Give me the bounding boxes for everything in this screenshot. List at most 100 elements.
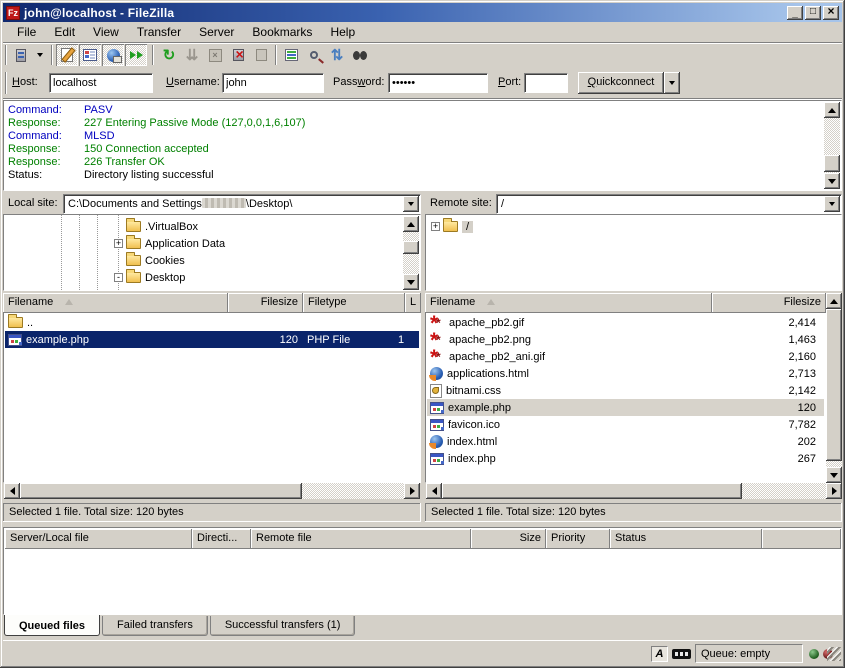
expand-icon[interactable]: + <box>114 239 123 248</box>
file-row[interactable]: index.html202 <box>427 433 824 450</box>
open-folder-icon <box>443 221 458 232</box>
chevron-down-icon <box>829 202 835 206</box>
column-filesize[interactable]: Filesize <box>228 293 303 313</box>
file-row[interactable]: apache_pb2.gif2,414 <box>427 314 824 331</box>
scrollbar-thumb[interactable] <box>442 483 742 499</box>
cancel-button[interactable]: × <box>204 44 226 66</box>
menu-view[interactable]: View <box>84 23 128 41</box>
maximize-button[interactable]: □ <box>805 6 821 20</box>
refresh-button[interactable]: ↻ <box>158 44 180 66</box>
column-filename[interactable]: Filename <box>3 293 228 313</box>
tree-item-cookies[interactable]: Cookies <box>126 252 185 269</box>
toggle-queue-button[interactable] <box>125 44 147 66</box>
ico-file-icon <box>430 419 444 431</box>
log-scrollbar[interactable] <box>824 102 840 189</box>
column-filename[interactable]: Filename <box>425 293 712 313</box>
menu-file[interactable]: File <box>8 23 45 41</box>
arrow-down-icon <box>828 179 836 184</box>
scrollbar-thumb[interactable] <box>20 483 302 499</box>
tab-successful-transfers[interactable]: Successful transfers (1) <box>210 616 356 636</box>
log-line: Command:PASV <box>8 104 113 117</box>
scroll-left-button[interactable] <box>426 483 442 499</box>
file-row[interactable]: favicon.ico7,782 <box>427 416 824 433</box>
directory-compare-button[interactable] <box>303 44 325 66</box>
file-row[interactable]: apache_pb2.png1,463 <box>427 331 824 348</box>
scroll-up-button[interactable] <box>826 293 842 309</box>
quickconnect-button[interactable]: Quickconnect <box>578 72 664 94</box>
collapse-icon[interactable]: - <box>114 273 123 282</box>
toggle-local-tree-button[interactable] <box>79 44 101 66</box>
menu-edit[interactable]: Edit <box>45 23 84 41</box>
scroll-up-button[interactable] <box>824 102 840 118</box>
port-input[interactable] <box>524 73 568 93</box>
username-input[interactable] <box>222 73 324 93</box>
column-status[interactable]: Status <box>610 529 762 549</box>
tree-item-desktop[interactable]: -Desktop <box>114 269 185 286</box>
tree-item-application-data[interactable]: +Application Data <box>114 235 225 252</box>
scrollbar-thumb[interactable] <box>403 241 419 254</box>
menu-transfer[interactable]: Transfer <box>128 23 190 41</box>
toggle-remote-tree-button[interactable] <box>102 44 124 66</box>
quickconnect-dropdown-button[interactable] <box>664 72 680 94</box>
local-site-combobox[interactable]: C:\Documents and Settings\Desktop\ <box>63 194 421 214</box>
remote-vscrollbar[interactable] <box>826 293 842 483</box>
host-input[interactable] <box>49 73 153 93</box>
site-manager-dropdown-button[interactable] <box>33 44 46 66</box>
scroll-down-button[interactable] <box>403 274 419 290</box>
scroll-down-button[interactable] <box>824 173 840 189</box>
toggle-message-log-button[interactable] <box>56 44 78 66</box>
column-filetype[interactable]: Filetype <box>303 293 405 313</box>
reconnect-button[interactable] <box>250 44 272 66</box>
remote-site-combobox[interactable]: / <box>496 194 842 214</box>
tab-failed-transfers[interactable]: Failed transfers <box>102 616 208 636</box>
file-row-parent-dir[interactable]: .. <box>5 314 419 331</box>
menu-help[interactable]: Help <box>321 23 364 41</box>
column-remote-file[interactable]: Remote file <box>251 529 471 549</box>
scrollbar-thumb[interactable] <box>824 155 840 172</box>
local-tree-scrollbar[interactable] <box>403 216 419 290</box>
magnifier-icon <box>310 51 318 59</box>
file-row-example-php[interactable]: example.php120 <box>427 399 824 416</box>
file-row-example-php[interactable]: example.php 120 PHP File 1 <box>5 331 419 348</box>
tab-queued-files[interactable]: Queued files <box>4 615 100 636</box>
column-direction[interactable]: Directi... <box>192 529 251 549</box>
file-row[interactable]: applications.html2,713 <box>427 365 824 382</box>
local-site-dropdown-button[interactable] <box>403 196 419 212</box>
directory-filter-button[interactable] <box>280 44 302 66</box>
password-input[interactable] <box>388 73 488 93</box>
resize-grip[interactable] <box>827 647 841 661</box>
synchronized-browsing-button[interactable]: ⇅ <box>326 44 348 66</box>
local-hscrollbar[interactable] <box>4 483 420 499</box>
file-row[interactable]: bitnami.css2,142 <box>427 382 824 399</box>
tree-item-virtualbox[interactable]: .VirtualBox <box>126 218 198 235</box>
process-queue-button[interactable]: ⇊ <box>181 44 203 66</box>
scroll-right-button[interactable] <box>404 483 420 499</box>
php-file-icon <box>430 453 444 465</box>
remote-hscrollbar[interactable] <box>426 483 842 499</box>
menu-server[interactable]: Server <box>190 23 243 41</box>
close-button[interactable]: × <box>823 6 839 20</box>
disconnect-button[interactable] <box>227 44 249 66</box>
folder-icon <box>126 221 141 232</box>
scroll-up-button[interactable] <box>403 216 419 232</box>
menu-bookmarks[interactable]: Bookmarks <box>243 23 321 41</box>
minimize-button[interactable]: _ <box>787 6 803 20</box>
file-row[interactable]: apache_pb2_ani.gif2,160 <box>427 348 824 365</box>
column-last-modified[interactable]: L <box>405 293 421 313</box>
column-filesize[interactable]: Filesize <box>712 293 826 313</box>
site-manager-button[interactable] <box>10 44 32 66</box>
column-server-local-file[interactable]: Server/Local file <box>5 529 192 549</box>
column-priority[interactable]: Priority <box>546 529 610 549</box>
scroll-left-button[interactable] <box>4 483 20 499</box>
chevron-down-icon <box>408 202 414 206</box>
expand-icon[interactable]: + <box>431 222 440 231</box>
titlebar[interactable]: Fz john@localhost - FileZilla _ □ × <box>3 3 842 22</box>
scrollbar-thumb[interactable] <box>826 309 842 461</box>
tree-item-root[interactable]: + / <box>431 218 473 235</box>
scroll-down-button[interactable] <box>826 467 842 483</box>
scroll-right-button[interactable] <box>826 483 842 499</box>
file-row[interactable]: index.php267 <box>427 450 824 467</box>
column-size[interactable]: Size <box>471 529 546 549</box>
remote-site-dropdown-button[interactable] <box>824 196 840 212</box>
find-files-button[interactable] <box>349 44 371 66</box>
